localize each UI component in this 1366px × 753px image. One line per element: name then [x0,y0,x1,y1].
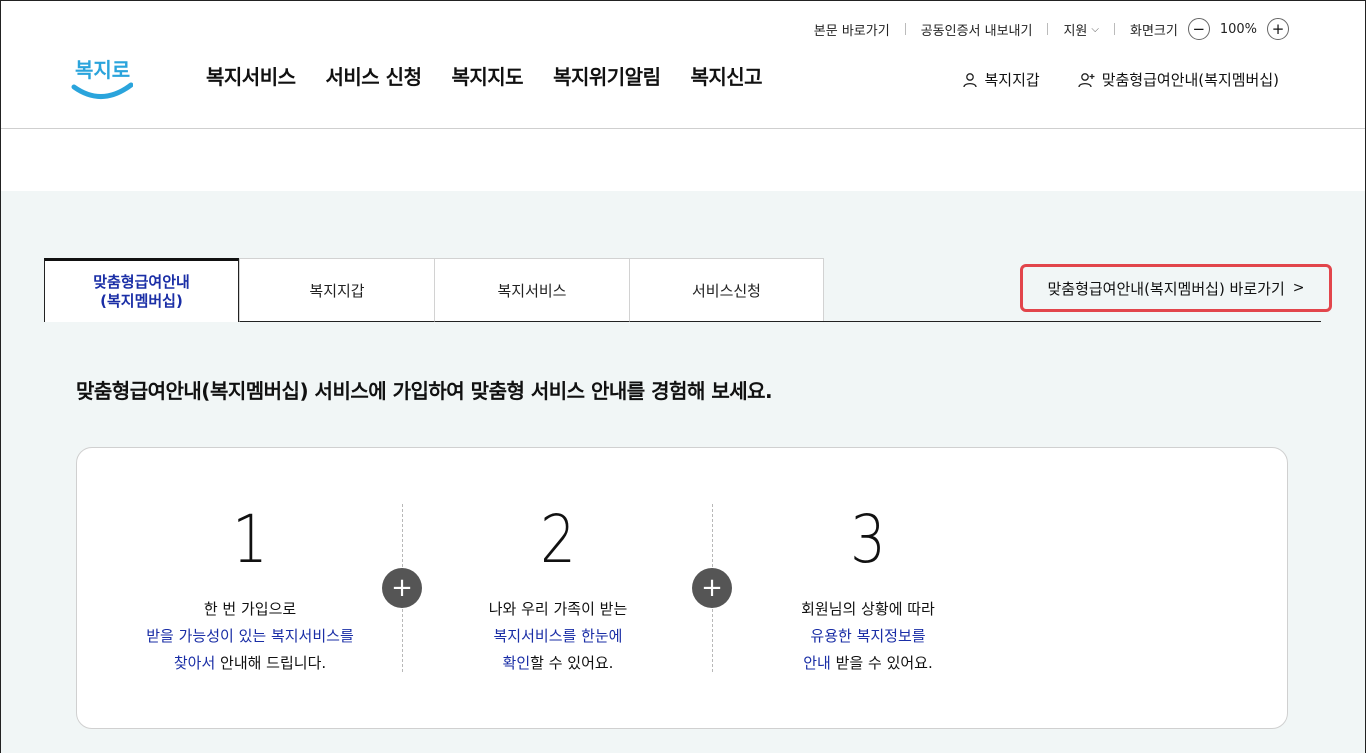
step-number: 2 [540,501,576,578]
step-line-highlight: 확인 [502,654,531,672]
membership-link[interactable]: 맞춤형급여안내(복지멤버십) [1078,69,1279,90]
tab-label: 서비스신청 [691,281,761,300]
step-line: 확인할 수 있어요. [403,650,713,677]
zoom-out-button[interactable]: − [1187,18,1210,40]
site-header: 본문 바로가기 공동인증서 내보내기 지원 ⌵ 화면크기 − 100% + 복지… [1,1,1365,129]
tab-label: 복지서비스 [497,281,567,300]
nav-welfare-services[interactable]: 복지서비스 [206,61,296,90]
step-line-rest: 할 수 있어요. [530,654,614,672]
tab-welfare-services[interactable]: 복지서비스 [434,258,629,322]
nav-service-application[interactable]: 서비스 신청 [326,61,422,90]
tab-welfare-wallet[interactable]: 복지지갑 [239,258,434,322]
step-line-highlight: 받을 가능성이 있는 복지서비스를 [146,627,354,645]
step-line-rest: 안내해 드립니다. [215,654,327,672]
step-line: 안내 받을 수 있어요. [713,650,1023,677]
step-line-highlight: 찾아서 [173,654,216,672]
tab-label: 맞춤형급여안내 [93,272,190,291]
membership-label: 맞춤형급여안내(복지멤버십) [1101,71,1279,89]
tab-service-application[interactable]: 서비스신청 [629,258,824,322]
step-line-highlight: 유용한 복지정보를 [810,627,926,645]
site-logo[interactable]: 복지로 [71,51,134,101]
tab-membership[interactable]: 맞춤형급여안내 (복지멤버십) [44,258,239,322]
user-icon [963,72,978,87]
zoom-label: 화면크기 [1129,23,1178,39]
tab-label: (복지멤버십) [100,291,183,310]
skip-to-content-link[interactable]: 본문 바로가기 [799,20,905,39]
membership-section: 맞춤형급여안내 (복지멤버십) 복지지갑 복지서비스 서비스신청 맞춤형급여안내… [1,191,1365,753]
nav-welfare-map[interactable]: 복지지도 [451,61,523,90]
tab-list: 맞춤형급여안내 (복지멤버십) 복지지갑 복지서비스 서비스신청 [44,258,824,322]
zoom-value: 100% [1219,21,1257,37]
step-description: 한 번 가입으로 받을 가능성이 있는 복지서비스를 찾아서 안내해 드립니다. [95,596,405,677]
chevron-right-icon: > [1292,280,1305,296]
bokjiro-logo-icon: 복지로 [71,58,134,99]
export-certificate-link[interactable]: 공동인증서 내보내기 [906,20,1048,39]
account-links: 복지지갑 맞춤형급여안내(복지멤버십) [962,69,1279,90]
welfare-wallet-label: 복지지갑 [984,71,1040,89]
utility-bar: 본문 바로가기 공동인증서 내보내기 지원 ⌵ 화면크기 − 100% + [799,16,1289,42]
step-line-highlight: 복지서비스를 한눈에 [493,627,623,645]
membership-shortcut-button[interactable]: 맞춤형급여안내(복지멤버십) 바로가기 > [1020,264,1332,312]
step-line-rest: 받을 수 있어요. [830,654,933,672]
step-line: 찾아서 안내해 드립니다. [95,650,405,677]
svg-text:복지로: 복지로 [75,58,130,82]
step-line: 회원님의 상황에 따라 [801,600,935,618]
step-item: 3 회원님의 상황에 따라 유용한 복지정보를 안내 받을 수 있어요. [713,448,1023,677]
step-line-highlight: 안내 [803,654,831,672]
shortcut-label: 맞춤형급여안내(복지멤버십) 바로가기 [1047,279,1285,298]
step-number: 1 [232,501,268,578]
zoom-in-button[interactable]: + [1267,18,1289,40]
welfare-wallet-link[interactable]: 복지지갑 [962,69,1040,90]
step-line: 한 번 가입으로 [203,600,297,618]
step-description: 나와 우리 가족이 받는 복지서비스를 한눈에 확인할 수 있어요. [403,596,713,677]
step-line: 나와 우리 가족이 받는 [488,600,628,618]
step-item: 2 나와 우리 가족이 받는 복지서비스를 한눈에 확인할 수 있어요. [403,448,713,677]
spacer [1,130,1365,191]
user-add-icon [1078,72,1095,87]
support-label: 지원 [1063,23,1088,39]
tab-underline [823,321,1321,322]
step-description: 회원님의 상황에 따라 유용한 복지정보를 안내 받을 수 있어요. [713,596,1023,677]
step-item: 1 한 번 가입으로 받을 가능성이 있는 복지서비스를 찾아서 안내해 드립니… [95,448,405,677]
section-headline: 맞춤형급여안내(복지멤버십) 서비스에 가입하여 맞춤형 서비스 안내를 경험해… [76,379,773,403]
steps-card: 1 한 번 가입으로 받을 가능성이 있는 복지서비스를 찾아서 안내해 드립니… [76,447,1288,729]
support-dropdown[interactable]: 지원 ⌵ [1048,20,1114,39]
chevron-down-icon: ⌵ [1091,23,1099,35]
step-number: 3 [850,501,886,578]
main-nav: 복지서비스 서비스 신청 복지지도 복지위기알림 복지신고 [206,61,792,90]
nav-welfare-report[interactable]: 복지신고 [690,61,762,90]
nav-welfare-crisis-alert[interactable]: 복지위기알림 [553,61,661,90]
tab-label: 복지지갑 [309,281,365,300]
zoom-control: 화면크기 − 100% + [1115,18,1289,40]
